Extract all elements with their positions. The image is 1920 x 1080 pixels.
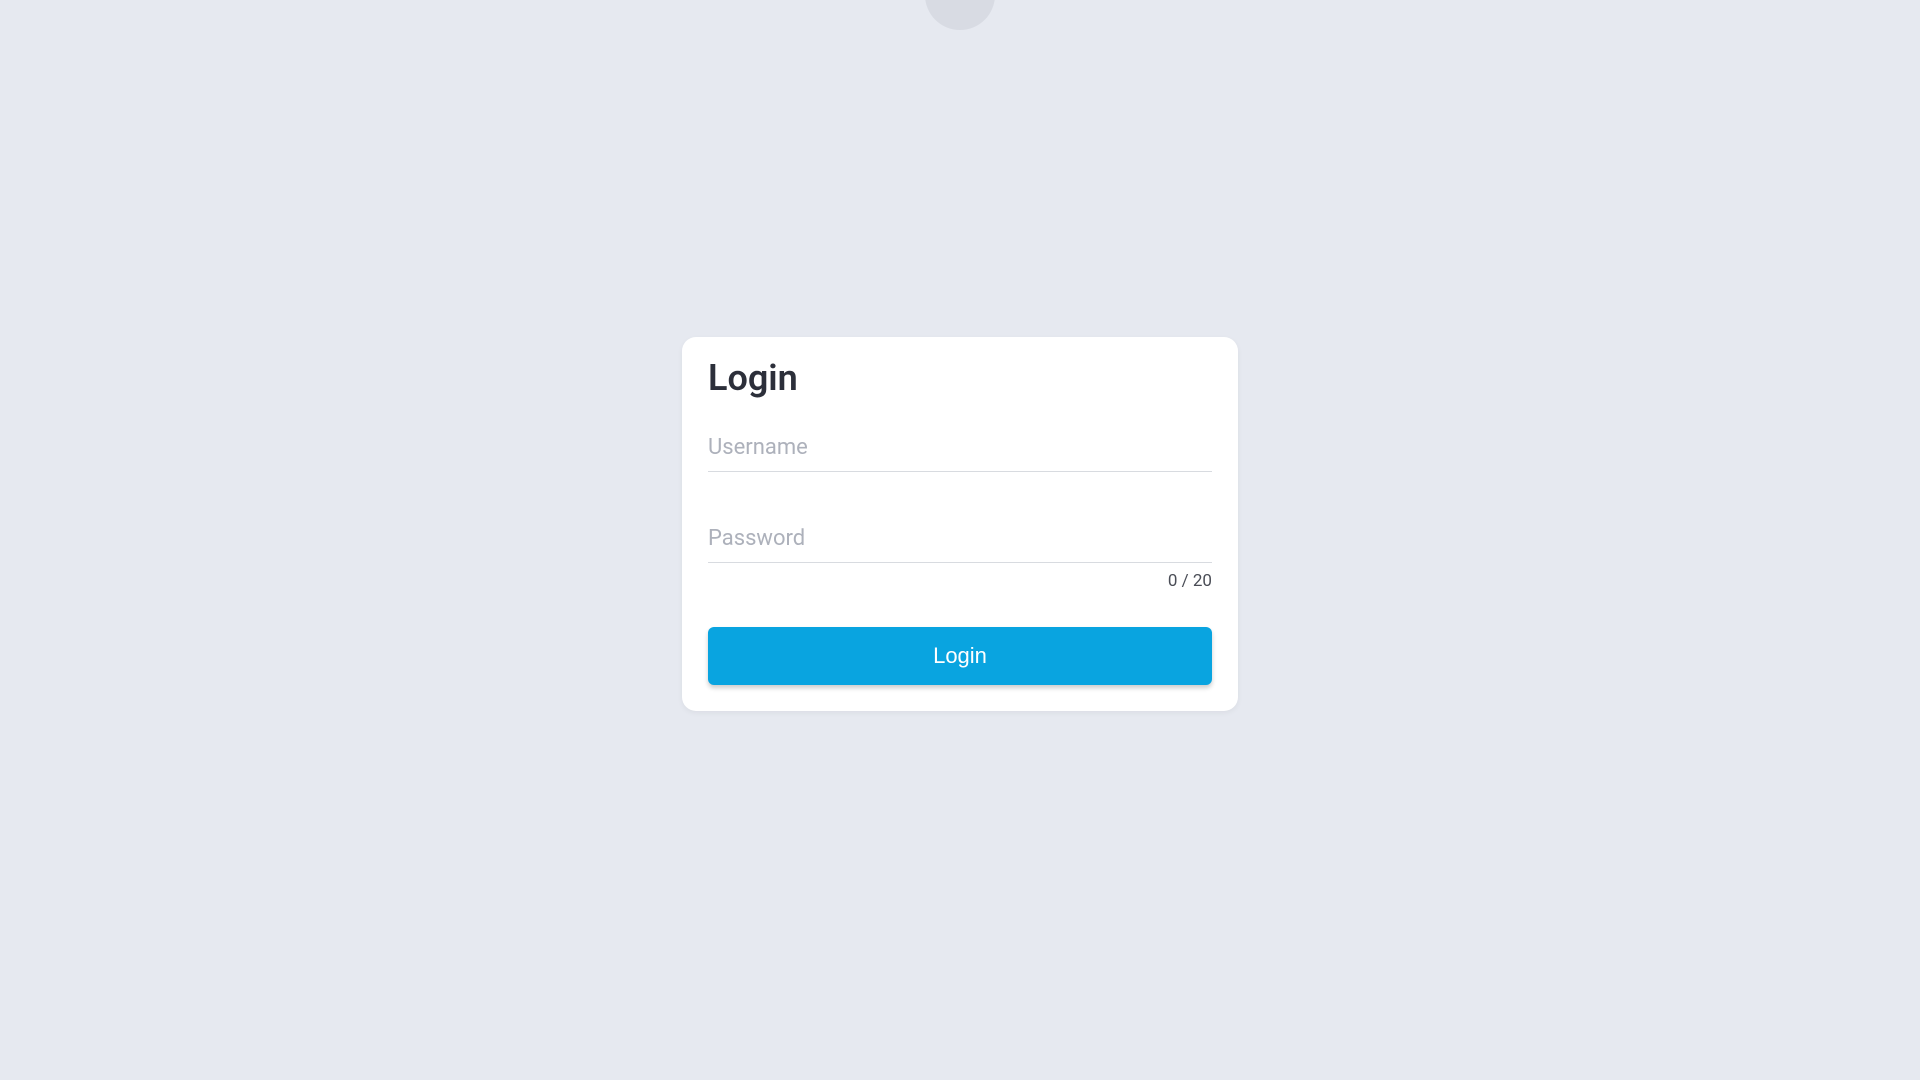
username-group: Username (708, 431, 1212, 472)
decorative-circle (925, 0, 995, 30)
login-button[interactable]: Login (708, 627, 1212, 685)
username-input[interactable] (708, 431, 1212, 472)
password-group: Password (708, 522, 1212, 563)
login-card: Login Username Password 0 / 20 Login (682, 337, 1238, 711)
password-input[interactable] (708, 522, 1212, 563)
password-char-counter: 0 / 20 (708, 571, 1212, 591)
login-title: Login (708, 357, 1212, 399)
